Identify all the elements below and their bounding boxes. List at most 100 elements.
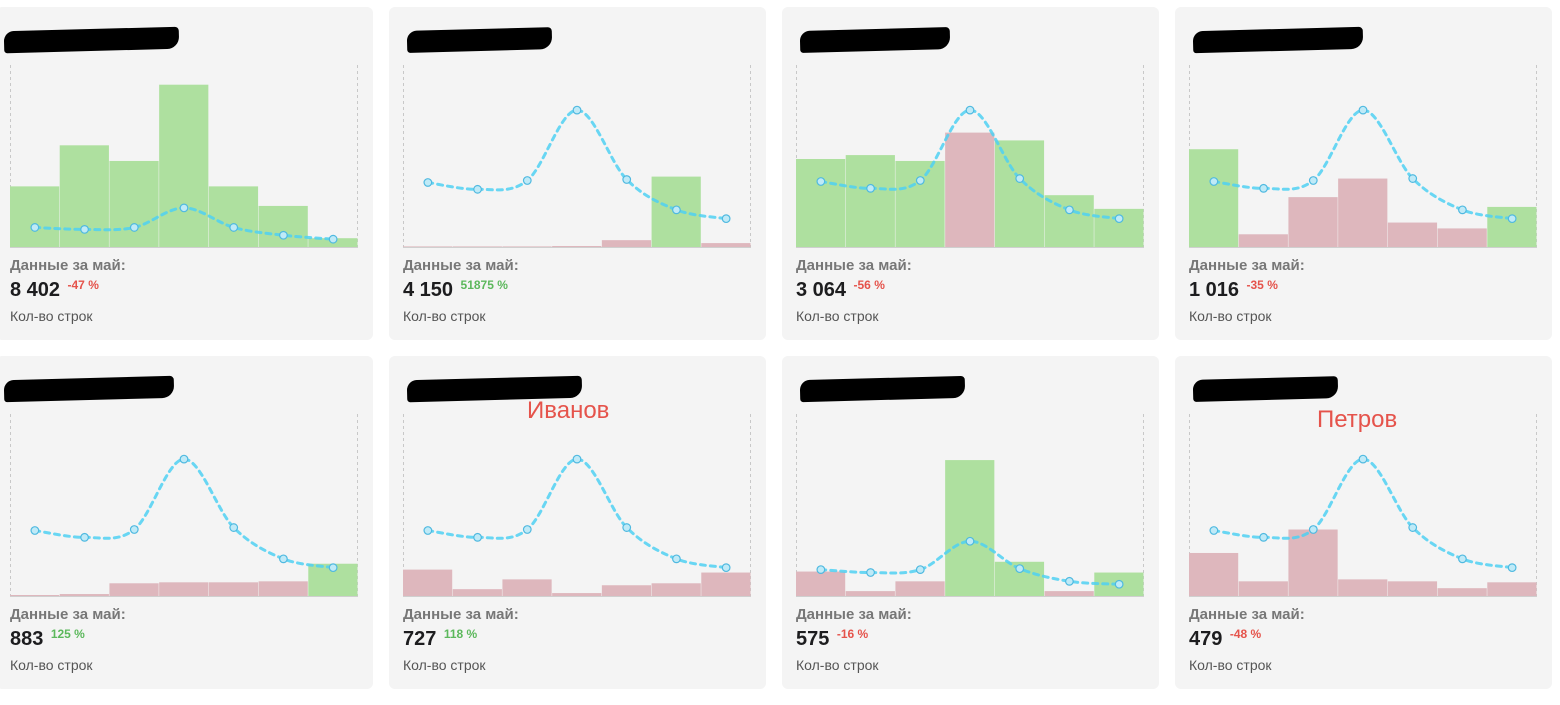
trend-point [1308, 525, 1318, 534]
bar [403, 246, 453, 247]
trend-point [1358, 105, 1368, 115]
trend-point [328, 234, 338, 244]
trend-point [866, 568, 875, 577]
stat-card-5[interactable]: Данные за май: 883 125 % Кол-во строк [0, 356, 373, 689]
bar [1288, 529, 1338, 596]
bar [651, 583, 701, 596]
stat-row: 727 118 % [403, 627, 478, 651]
trend-point [622, 175, 632, 184]
trend-point [866, 183, 875, 193]
bar [1437, 588, 1487, 596]
trend-point [30, 223, 40, 232]
trend-point [721, 214, 731, 224]
bar [701, 572, 751, 596]
stat-delta: -48 % [1229, 627, 1262, 641]
trend-point [30, 526, 40, 535]
bar [994, 140, 1045, 247]
trend-point [522, 176, 532, 185]
trend-line [33, 457, 335, 570]
bar [403, 569, 453, 596]
bar [159, 84, 209, 247]
trend-point [572, 454, 582, 464]
bar [552, 246, 602, 247]
redacted-title [406, 27, 553, 53]
stat-caption: Кол-во строк [796, 657, 879, 673]
bar [452, 246, 502, 247]
trend-point [721, 563, 731, 573]
trend-point [1507, 214, 1517, 224]
stat-row: 4 150 51875 % [403, 278, 508, 302]
stat-card-7[interactable]: Данные за май: 575 -16 % Кол-во строк [782, 356, 1159, 689]
trend-point [1015, 564, 1025, 574]
stat-row: 8 402 -47 % [10, 278, 99, 302]
trend-point [1408, 174, 1418, 183]
period-label: Данные за май: [796, 257, 912, 274]
bar [10, 595, 60, 596]
bar [895, 160, 945, 247]
stat-card-4[interactable]: Данные за май: 1 016 -35 % Кол-во строк [1175, 7, 1552, 340]
bar [601, 585, 652, 596]
trend-point [279, 230, 288, 240]
stat-caption: Кол-во строк [403, 308, 486, 324]
trend-point [179, 203, 189, 213]
stat-delta: -47 % [67, 278, 99, 292]
bar [1044, 591, 1094, 596]
trend-point [80, 224, 89, 234]
period-label: Данные за май: [10, 606, 126, 623]
trend-point [1114, 579, 1124, 589]
trend-point [1065, 205, 1074, 215]
trend-point [423, 526, 433, 535]
trend-point [1259, 183, 1268, 193]
bar [796, 571, 846, 596]
trend-point [328, 563, 338, 573]
bar [59, 594, 109, 596]
bar [1044, 195, 1094, 247]
stat-value: 479 [1189, 628, 1223, 650]
stat-delta: 51875 % [460, 278, 508, 292]
stat-delta: 118 % [443, 627, 478, 641]
bar [1189, 552, 1239, 596]
bar [945, 132, 995, 247]
redacted-title [3, 26, 180, 54]
period-label: Данные за май: [10, 257, 126, 274]
trend-point [1209, 526, 1219, 535]
stat-row: 3 064 -56 % [796, 278, 885, 302]
bar [701, 243, 751, 247]
bar [601, 240, 652, 247]
stat-card-2[interactable]: Данные за май: 4 150 51875 % Кол-во стро… [389, 7, 766, 340]
stat-value: 727 [403, 628, 437, 650]
redacted-title [799, 375, 966, 403]
bar [552, 593, 602, 596]
bar [208, 186, 259, 247]
trend-point [522, 525, 532, 534]
trend-point [915, 176, 925, 185]
stat-card-3[interactable]: Данные за май: 3 064 -56 % Кол-во строк [782, 7, 1159, 340]
trend-point [129, 525, 139, 534]
stat-card-8[interactable]: Петров Данные за май: 479 -48 % Кол-во с… [1175, 356, 1552, 689]
trend-point [1259, 532, 1268, 542]
trend-point [473, 184, 482, 194]
trend-line [1212, 457, 1514, 570]
bar [1387, 581, 1438, 596]
trend-point [473, 532, 482, 542]
bar [1189, 149, 1239, 247]
stat-card-6[interactable]: Иванов Данные за май: 727 118 % Кол-во с… [389, 356, 766, 689]
period-label: Данные за май: [403, 606, 519, 623]
stat-delta: 125 % [50, 627, 85, 641]
bar [208, 582, 259, 596]
trend-point [672, 205, 681, 215]
card-chart [796, 414, 1144, 597]
bar [258, 581, 308, 596]
redacted-title [799, 27, 951, 53]
bar [258, 205, 308, 247]
bar [1487, 206, 1537, 247]
trend-point [229, 523, 239, 532]
bar [945, 460, 995, 596]
trend-point [572, 105, 582, 115]
stat-value: 575 [796, 628, 830, 650]
bar [1338, 178, 1388, 247]
stat-card-1[interactable]: Данные за май: 8 402 -47 % Кол-во строк [0, 7, 373, 340]
card-chart [1189, 414, 1537, 597]
card-chart [403, 65, 751, 248]
trend-point [1015, 174, 1025, 183]
